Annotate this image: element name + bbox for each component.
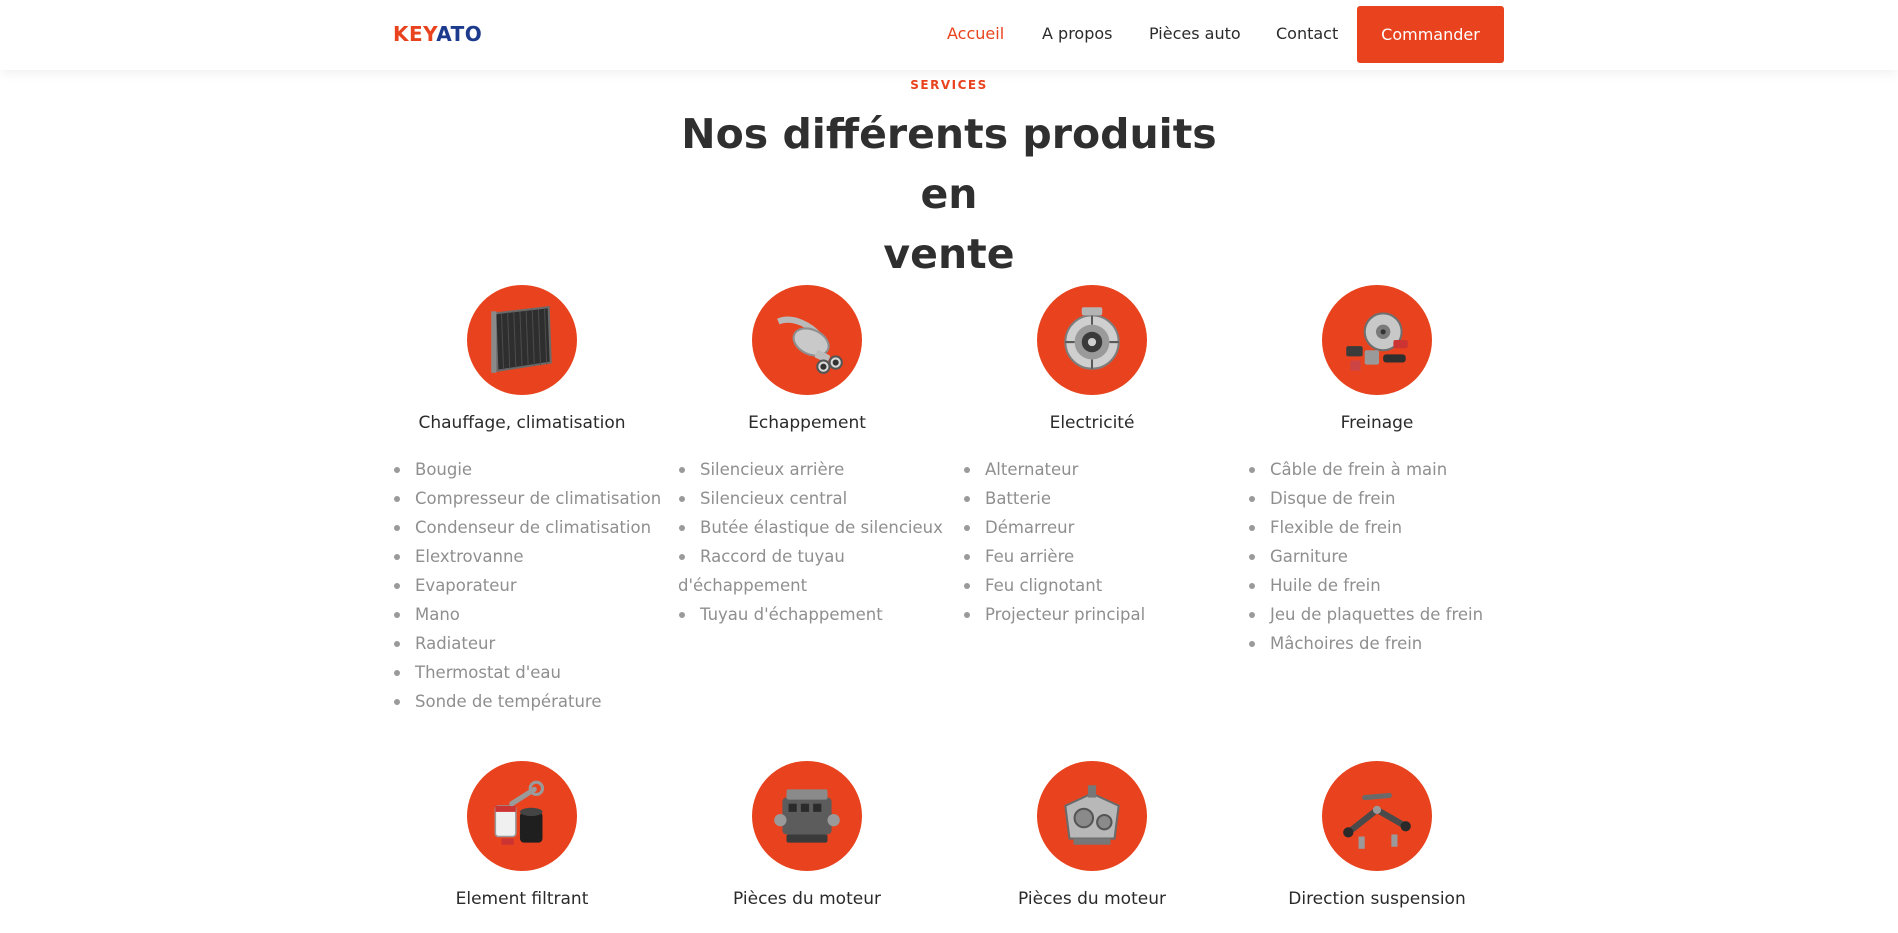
suspension-arm-icon bbox=[1343, 792, 1411, 849]
list-item[interactable]: Silencieux arrière bbox=[678, 455, 950, 484]
list-item[interactable]: Compresseur de climatisation bbox=[393, 484, 665, 513]
oil-filter-icon bbox=[494, 780, 545, 845]
section-title: Nos différents produits en vente bbox=[649, 104, 1249, 284]
product-image[interactable] bbox=[1322, 285, 1432, 395]
product-image[interactable] bbox=[752, 761, 862, 871]
list-item[interactable]: Mano bbox=[393, 600, 665, 629]
list-item[interactable]: Feu clignotant bbox=[963, 571, 1235, 600]
list-item[interactable]: Garniture bbox=[1248, 542, 1520, 571]
list-item[interactable]: Mâchoires de frein bbox=[1248, 629, 1520, 658]
list-item[interactable]: Raccord de tuyau d'échappement bbox=[678, 542, 950, 600]
product-image[interactable] bbox=[1037, 285, 1147, 395]
gearbox-icon bbox=[1064, 785, 1120, 845]
section-eyebrow: SERVICES bbox=[910, 78, 988, 92]
list-item[interactable]: Démarreur bbox=[963, 513, 1235, 542]
product-title: Pièces du moteur bbox=[733, 889, 881, 909]
radiator-icon bbox=[491, 306, 552, 373]
list-item[interactable]: Alternateur bbox=[963, 455, 1235, 484]
product-title: Chauffage, climatisation bbox=[418, 413, 626, 433]
product-title: Pièces du moteur bbox=[1018, 889, 1166, 909]
section-title-line2: vente bbox=[883, 230, 1015, 278]
nav-item-contact[interactable]: Contact bbox=[1276, 24, 1338, 43]
list-item[interactable]: Condenseur de climatisation bbox=[393, 513, 665, 542]
engine-icon bbox=[774, 789, 840, 843]
list-item[interactable]: Thermostat d'eau bbox=[393, 658, 665, 687]
nav-item-a-propos[interactable]: A propos bbox=[1042, 24, 1112, 43]
brand-logo[interactable]: KEYATO bbox=[393, 22, 482, 46]
product-list: Bougie Compresseur de climatisation Cond… bbox=[393, 455, 665, 716]
product-image[interactable] bbox=[752, 285, 862, 395]
list-item[interactable]: Bougie bbox=[393, 455, 665, 484]
product-image[interactable] bbox=[1037, 761, 1147, 871]
list-item[interactable]: Sonde de température bbox=[393, 687, 665, 716]
brake-disc-icon bbox=[1346, 312, 1408, 371]
product-title: Echappement bbox=[748, 413, 866, 433]
alternator-icon bbox=[1064, 307, 1120, 370]
product-list: Câble de frein à main Disque de frein Fl… bbox=[1248, 455, 1520, 658]
list-item[interactable]: Feu arrière bbox=[963, 542, 1235, 571]
product-title: Freinage bbox=[1340, 413, 1414, 433]
commander-button[interactable]: Commander bbox=[1357, 6, 1504, 63]
brand-logo-part2: ATO bbox=[436, 22, 483, 46]
muffler-icon bbox=[777, 316, 843, 374]
list-item[interactable]: Evaporateur bbox=[393, 571, 665, 600]
list-item[interactable]: Câble de frein à main bbox=[1248, 455, 1520, 484]
nav-item-accueil[interactable]: Accueil bbox=[947, 24, 1004, 43]
list-item[interactable]: Huile de frein bbox=[1248, 571, 1520, 600]
product-title: Electricité bbox=[1049, 413, 1135, 433]
list-item[interactable]: Projecteur principal bbox=[963, 600, 1235, 629]
product-image[interactable] bbox=[467, 285, 577, 395]
brand-logo-part1: KEY bbox=[393, 22, 437, 46]
list-item[interactable]: Elextrovanne bbox=[393, 542, 665, 571]
list-item[interactable]: Flexible de frein bbox=[1248, 513, 1520, 542]
product-list: Silencieux arrière Silencieux central Bu… bbox=[678, 455, 950, 629]
list-item[interactable]: Tuyau d'échappement bbox=[678, 600, 950, 629]
list-item[interactable]: Radiateur bbox=[393, 629, 665, 658]
list-item[interactable]: Silencieux central bbox=[678, 484, 950, 513]
product-image[interactable] bbox=[1322, 761, 1432, 871]
product-list: Alternateur Batterie Démarreur Feu arriè… bbox=[963, 455, 1235, 629]
product-title: Element filtrant bbox=[455, 889, 589, 909]
list-item[interactable]: Batterie bbox=[963, 484, 1235, 513]
product-title: Direction suspension bbox=[1288, 889, 1466, 909]
site-header: KEYATO Accueil A propos Pièces auto Cont… bbox=[0, 0, 1898, 70]
section-title-line1: Nos différents produits en bbox=[681, 110, 1217, 218]
nav-item-pieces-auto[interactable]: Pièces auto bbox=[1149, 24, 1241, 43]
product-image[interactable] bbox=[467, 761, 577, 871]
list-item[interactable]: Jeu de plaquettes de frein bbox=[1248, 600, 1520, 629]
list-item[interactable]: Butée élastique de silencieux bbox=[678, 513, 950, 542]
list-item[interactable]: Disque de frein bbox=[1248, 484, 1520, 513]
